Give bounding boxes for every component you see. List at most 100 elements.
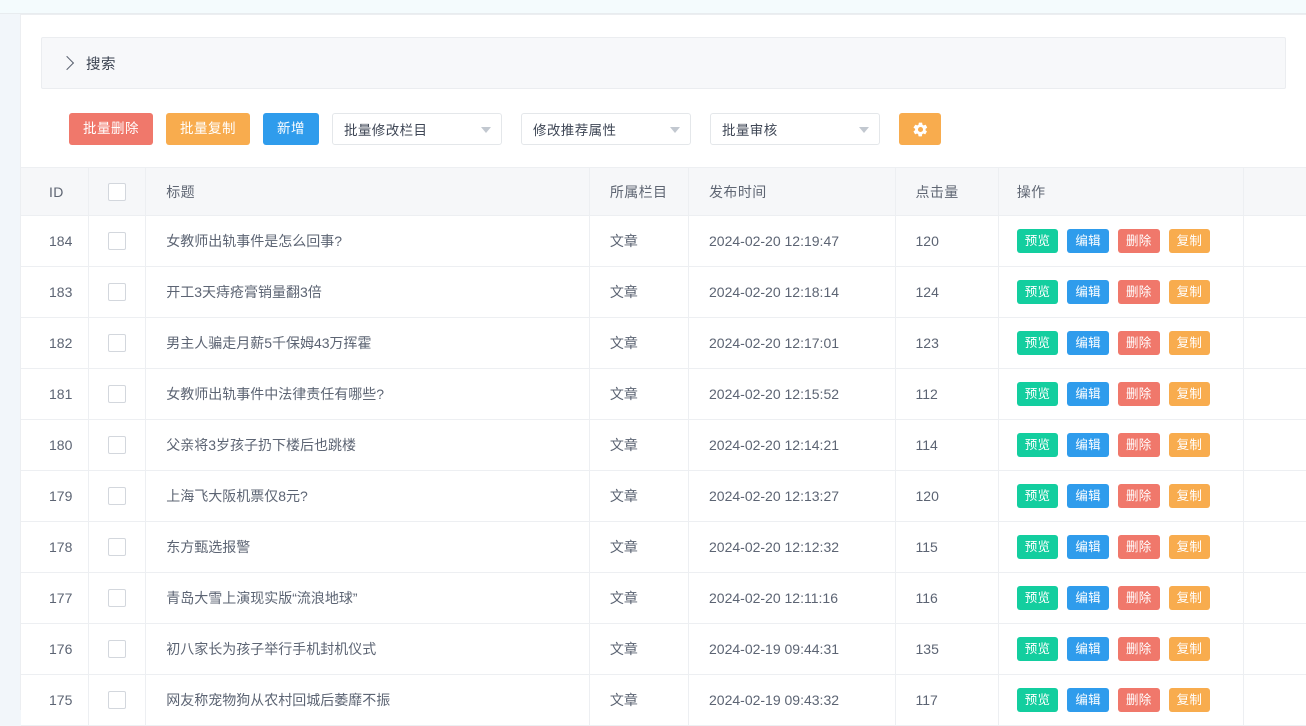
- edit-button[interactable]: 编辑: [1067, 280, 1109, 304]
- cell-select: [88, 419, 147, 471]
- cell-title: 网友称宠物狗从农村回城后萎靡不振: [145, 674, 590, 726]
- row-checkbox[interactable]: [108, 436, 127, 455]
- cell-title: 东方甄选报警: [145, 521, 590, 573]
- change-recommend-attribute-value: 修改推荐属性: [533, 123, 617, 138]
- table-row: 179 上海飞大阪机票仅8元? 文章 2024-02-20 12:13:27 120 预览…: [21, 470, 1306, 522]
- cell-title: 女教师出轨事件中法律责任有哪些?: [145, 368, 590, 420]
- batch-change-category-value: 批量修改栏目: [344, 123, 428, 138]
- cell-id: 176: [21, 623, 89, 675]
- edit-button[interactable]: 编辑: [1067, 229, 1109, 253]
- table-row: 178 东方甄选报警 文章 2024-02-20 12:12:32 115 预览 编辑 删除复…: [21, 521, 1306, 573]
- copy-button[interactable]: 复制: [1168, 586, 1211, 610]
- cell-publish-time: 2024-02-20 12:12:32: [688, 521, 896, 573]
- preview-button[interactable]: 预览: [1016, 484, 1059, 508]
- edit-button[interactable]: 编辑: [1067, 535, 1109, 559]
- add-button[interactable]: 新增: [263, 113, 319, 145]
- preview-button[interactable]: 预览: [1016, 229, 1059, 253]
- search-panel-label: 搜索: [86, 56, 116, 73]
- preview-button[interactable]: 预览: [1016, 637, 1059, 661]
- delete-button[interactable]: 删除: [1117, 331, 1160, 355]
- delete-button[interactable]: 删除: [1117, 535, 1160, 559]
- batch-delete-button[interactable]: 批量删除: [69, 113, 153, 145]
- copy-button[interactable]: 复制: [1168, 637, 1211, 661]
- search-collapse-panel[interactable]: 搜索: [41, 37, 1286, 89]
- copy-button[interactable]: 复制: [1168, 382, 1211, 406]
- table-row: 183 开工3天痔疮膏销量翻3倍 文章 2024-02-20 12:18:14 124 预…: [21, 266, 1306, 318]
- copy-button[interactable]: 复制: [1168, 433, 1211, 457]
- delete-button[interactable]: 删除: [1117, 433, 1160, 457]
- preview-button[interactable]: 预览: [1016, 535, 1059, 559]
- cell-operations: 预览 编辑 删除 复制: [998, 266, 1245, 318]
- delete-button[interactable]: 删除: [1117, 229, 1160, 253]
- cell-category: 文章: [589, 572, 690, 624]
- cell-hits: 120: [895, 215, 999, 267]
- row-checkbox[interactable]: [108, 283, 127, 302]
- row-checkbox[interactable]: [108, 334, 127, 353]
- change-recommend-attribute-select[interactable]: 修改推荐属性: [521, 113, 691, 145]
- cell-title: 女教师出轨事件是怎么回事?: [145, 215, 590, 267]
- copy-button[interactable]: 复制: [1168, 688, 1211, 712]
- cell-category: 文章: [589, 521, 690, 573]
- cell-id: 177: [21, 572, 89, 624]
- copy-button[interactable]: 复制: [1168, 331, 1211, 355]
- delete-button[interactable]: 删除: [1117, 637, 1160, 661]
- delete-button[interactable]: 删除: [1117, 382, 1160, 406]
- table-row: 180 父亲将3岁孩子扔下楼后也跳楼 文章 2024-02-20 12:14:21 11…: [21, 419, 1306, 471]
- batch-audit-select[interactable]: 批量审核: [710, 113, 880, 145]
- row-checkbox[interactable]: [108, 589, 127, 608]
- delete-button[interactable]: 删除: [1117, 688, 1160, 712]
- cell-hits: 135: [895, 623, 999, 675]
- cell-title: 上海飞大阪机票仅8元?: [145, 470, 590, 522]
- batch-change-category-select[interactable]: 批量修改栏目: [332, 113, 502, 145]
- edit-button[interactable]: 编辑: [1067, 586, 1109, 610]
- cell-operations: 预览 编辑 删除 复制: [998, 572, 1245, 624]
- preview-button[interactable]: 预览: [1016, 586, 1059, 610]
- column-header-select-all: [88, 167, 147, 216]
- column-settings-button[interactable]: [899, 113, 941, 145]
- row-checkbox[interactable]: [108, 691, 127, 710]
- cell-hits: 123: [895, 317, 999, 369]
- cell-select: [88, 215, 147, 267]
- edit-button[interactable]: 编辑: [1067, 688, 1109, 712]
- edit-button[interactable]: 编辑: [1067, 331, 1109, 355]
- row-checkbox[interactable]: [108, 232, 127, 251]
- cell-publish-time: 2024-02-20 12:11:16: [688, 572, 896, 624]
- preview-button[interactable]: 预览: [1016, 382, 1059, 406]
- row-checkbox[interactable]: [108, 640, 127, 659]
- edit-button[interactable]: 编辑: [1067, 484, 1109, 508]
- select-all-checkbox[interactable]: [108, 182, 127, 201]
- table-row: 176 初八家长为孩子举行手机封机仪式 文章 2024-02-19 09:44:31 1…: [21, 623, 1306, 675]
- cell-hits: 112: [895, 368, 999, 420]
- delete-button[interactable]: 删除: [1117, 280, 1160, 304]
- preview-button[interactable]: 预览: [1016, 433, 1059, 457]
- cell-title: 男主人骗走月薪5千保姆43万挥霍: [145, 317, 590, 369]
- table-row: 175 网友称宠物狗从农村回城后萎靡不振 文章 2024-02-19 09:43:32…: [21, 674, 1306, 726]
- column-header-publish-time: 发布时间: [688, 167, 896, 216]
- cell-spacer: [1243, 317, 1306, 369]
- cell-publish-time: 2024-02-20 12:17:01: [688, 317, 896, 369]
- edit-button[interactable]: 编辑: [1067, 382, 1109, 406]
- cell-spacer: [1243, 674, 1306, 726]
- cell-publish-time: 2024-02-20 12:14:21: [688, 419, 896, 471]
- cell-id: 182: [21, 317, 89, 369]
- edit-button[interactable]: 编辑: [1067, 637, 1109, 661]
- batch-copy-button[interactable]: 批量复制: [166, 113, 250, 145]
- preview-button[interactable]: 预览: [1016, 688, 1059, 712]
- preview-button[interactable]: 预览: [1016, 331, 1059, 355]
- table-head: ID 标题 所属栏目 发布时间 点击量 操作: [21, 167, 1306, 216]
- copy-button[interactable]: 复制: [1168, 484, 1211, 508]
- delete-button[interactable]: 删除: [1117, 484, 1160, 508]
- copy-button[interactable]: 复制: [1168, 280, 1211, 304]
- cell-spacer: [1243, 419, 1306, 471]
- cell-title: 父亲将3岁孩子扔下楼后也跳楼: [145, 419, 590, 471]
- row-checkbox[interactable]: [108, 487, 127, 506]
- edit-button[interactable]: 编辑: [1067, 433, 1109, 457]
- copy-button[interactable]: 复制: [1168, 229, 1211, 253]
- row-checkbox[interactable]: [108, 385, 127, 404]
- delete-button[interactable]: 删除: [1117, 586, 1160, 610]
- copy-button[interactable]: 复制: [1168, 535, 1211, 559]
- row-checkbox[interactable]: [108, 538, 127, 557]
- preview-button[interactable]: 预览: [1016, 280, 1059, 304]
- cell-operations: 预览 编辑 删除 复制: [998, 368, 1245, 420]
- cell-id: 180: [21, 419, 89, 471]
